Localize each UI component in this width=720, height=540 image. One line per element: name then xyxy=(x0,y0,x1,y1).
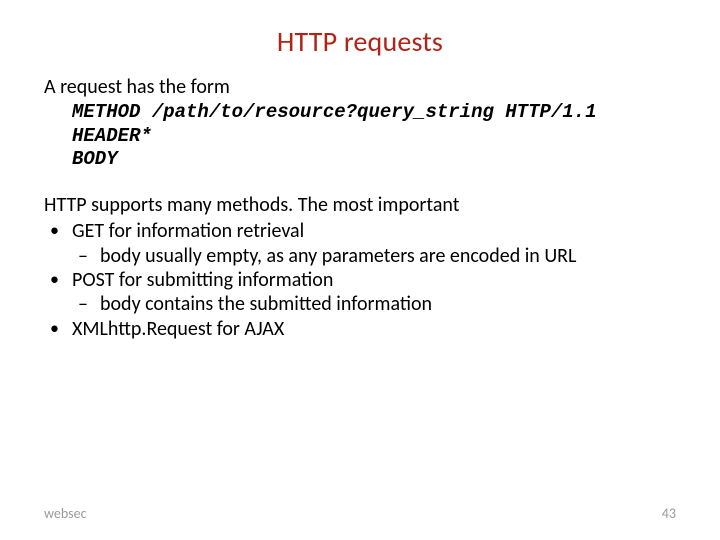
get-sub-1: body usually empty, as any parameters ar… xyxy=(72,244,676,268)
slide-body: A request has the form METHOD /path/to/r… xyxy=(44,75,676,341)
bullet-ajax-label: XMLhttp.Request for AJAX xyxy=(72,317,284,341)
methods-list: GET for information retrieval body usual… xyxy=(44,219,676,317)
slide: HTTP requests A request has the form MET… xyxy=(0,0,720,540)
bullet-post-label: POST for submitting information xyxy=(72,268,333,292)
intro-line: A request has the form xyxy=(44,75,676,99)
post-sub-1: body contains the submitted information xyxy=(72,292,676,316)
post-sub-1-text: body contains the submitted information xyxy=(100,292,432,316)
code-line-1: METHOD /path/to/resource?query_string HT… xyxy=(72,101,597,123)
bullet-post: POST for submitting information body con… xyxy=(44,268,676,317)
get-sublist: body usually empty, as any parameters ar… xyxy=(72,244,676,268)
post-sublist: body contains the submitted information xyxy=(72,292,676,316)
request-format-code: METHOD /path/to/resource?query_string HT… xyxy=(72,101,676,171)
get-sub-1-text: body usually empty, as any parameters ar… xyxy=(100,244,576,268)
bullet-get: GET for information retrieval body usual… xyxy=(44,219,676,268)
code-line-3: BODY xyxy=(72,148,118,170)
bullet-ajax: XMLhttp.Request for AJAX xyxy=(44,317,676,341)
page-number: 43 xyxy=(662,505,676,522)
code-line-2: HEADER* xyxy=(72,125,152,147)
bullet-get-label: GET for information retrieval xyxy=(72,219,304,243)
slide-title: HTTP requests xyxy=(44,24,676,59)
ajax-list: XMLhttp.Request for AJAX xyxy=(44,317,676,341)
methods-lead: HTTP supports many methods. The most imp… xyxy=(44,193,676,217)
footer-left: websec xyxy=(44,505,87,522)
